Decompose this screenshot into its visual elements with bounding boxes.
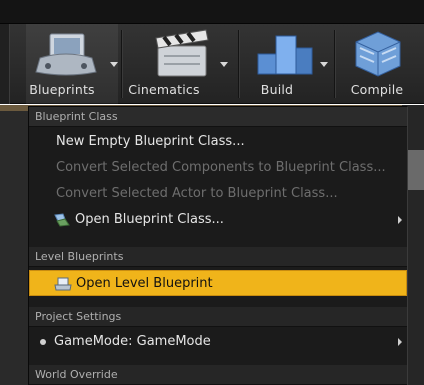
submenu-arrow-icon [398, 216, 402, 224]
new-empty-blueprint-class-item[interactable]: New Empty Blueprint Class... [29, 129, 407, 155]
level-blueprint-icon [54, 277, 72, 291]
main-toolbar: Blueprints Cinematics Build Compile [0, 24, 424, 104]
section-header-blueprint-class: Blueprint Class [29, 107, 407, 127]
convert-actor-item: Convert Selected Actor to Blueprint Clas… [29, 181, 407, 207]
blueprints-dropdown-menu: Blueprint Class New Empty Blueprint Clas… [28, 106, 408, 385]
menu-item-label: GameMode: GameMode [54, 334, 211, 349]
convert-components-item: Convert Selected Components to Blueprint… [29, 155, 407, 181]
build-label: Build [260, 82, 294, 97]
open-blueprint-class-icon [54, 213, 70, 227]
cinematics-label: Cinematics [128, 82, 200, 97]
cinematics-toolbar-button[interactable]: Cinematics [126, 24, 238, 104]
open-level-blueprint-item[interactable]: Open Level Blueprint [29, 270, 407, 296]
menu-item-label: New Empty Blueprint Class... [56, 134, 245, 149]
section-header-level-blueprints: Level Blueprints [29, 247, 407, 267]
toolbar-separator [334, 30, 335, 98]
chevron-down-icon[interactable] [320, 62, 328, 67]
menu-item-label: Open Level Blueprint [76, 276, 213, 291]
bullet-icon [40, 339, 46, 345]
blueprints-icon [35, 33, 97, 76]
compile-label: Compile [350, 82, 404, 97]
cinematics-icon [155, 29, 209, 77]
open-blueprint-class-item[interactable]: Open Blueprint Class... [29, 207, 407, 233]
build-icon [257, 35, 313, 75]
toolbar-grip [0, 24, 10, 104]
blueprints-label: Blueprints [29, 82, 95, 97]
chevron-down-icon[interactable] [110, 62, 118, 67]
section-header-world-override: World Override [29, 365, 407, 385]
chevron-down-icon[interactable] [220, 62, 228, 67]
compile-toolbar-button[interactable]: Compile [338, 24, 416, 104]
menu-item-label: Convert Selected Components to Blueprint… [56, 160, 386, 175]
menu-item-label: Open Blueprint Class... [75, 212, 224, 227]
submenu-arrow-icon [398, 338, 402, 346]
compile-icon [355, 31, 401, 77]
section-header-project-settings: Project Settings [29, 307, 407, 327]
menu-item-label: Convert Selected Actor to Blueprint Clas… [56, 186, 338, 201]
window-top-bar [0, 0, 424, 24]
blueprints-toolbar-button[interactable]: Blueprints [26, 24, 118, 104]
gamemode-item[interactable]: GameMode: GameMode [29, 329, 407, 355]
build-toolbar-button[interactable]: Build [242, 24, 332, 104]
